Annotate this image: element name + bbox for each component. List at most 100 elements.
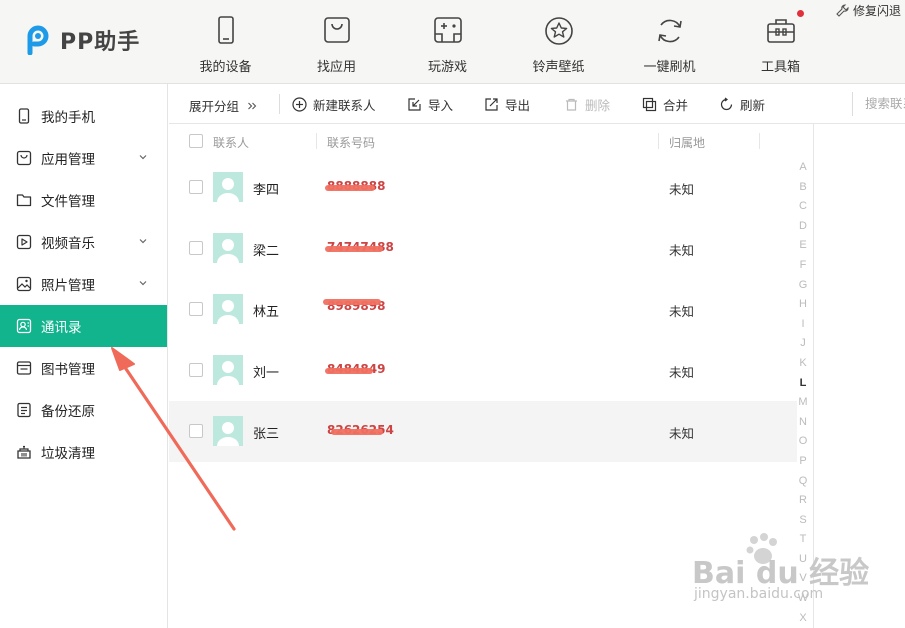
alphabet-letter[interactable]: R <box>796 491 810 511</box>
nav-label: 我的设备 <box>199 60 252 75</box>
alphabet-letter[interactable]: E <box>796 236 810 256</box>
delete-label: 删除 <box>585 98 611 113</box>
nav-label: 铃声壁纸 <box>532 60 585 75</box>
row-checkbox[interactable] <box>189 180 203 194</box>
sidebar-item-video-music[interactable]: 视频音乐 <box>0 221 167 263</box>
delete-button[interactable]: 删除 <box>564 95 610 114</box>
sidebar-item-label: 通讯录 <box>41 320 82 336</box>
contact-phone: 82626254 <box>327 423 394 437</box>
toolbar-divider <box>279 94 280 114</box>
alphabet-letter[interactable]: M <box>796 393 810 413</box>
sidebar-item-file-management[interactable]: 文件管理 <box>0 179 167 221</box>
notification-dot <box>797 10 804 17</box>
sidebar-item-my-phone[interactable]: 我的手机 <box>0 95 167 137</box>
row-checkbox[interactable] <box>189 302 203 316</box>
column-divider <box>658 133 659 149</box>
chevron-down-icon <box>139 239 147 244</box>
nav-label: 一键刷机 <box>643 60 696 75</box>
export-button[interactable]: 导出 <box>484 95 530 114</box>
column-divider <box>316 133 317 149</box>
alphabet-letter[interactable]: O <box>796 432 810 452</box>
toolbox-icon <box>766 19 795 43</box>
nav-my-device[interactable]: 我的设备 <box>170 0 281 84</box>
alphabet-letter[interactable]: Q <box>796 472 810 492</box>
sidebar-item-photo-management[interactable]: 照片管理 <box>0 263 167 305</box>
alphabet-letter[interactable]: A <box>796 158 810 178</box>
star-icon <box>544 17 573 45</box>
alphabet-letter[interactable]: I <box>796 315 810 335</box>
table-header: 联系人 联系号码 归属地 <box>169 125 814 157</box>
phone-icon <box>18 108 30 124</box>
alphabet-letter[interactable]: K <box>796 354 810 374</box>
redaction-mark <box>325 246 383 252</box>
chevron-down-icon <box>139 281 147 286</box>
alphabet-letter[interactable]: F <box>796 256 810 276</box>
person-icon <box>217 422 239 446</box>
contact-location: 未知 <box>669 182 695 197</box>
row-checkbox[interactable] <box>189 241 203 255</box>
contact-name: 李四 <box>253 183 280 198</box>
alphabet-letter[interactable]: G <box>796 276 810 296</box>
contact-name: 刘一 <box>253 366 280 381</box>
trash-icon <box>17 445 31 459</box>
select-all-checkbox[interactable] <box>189 134 203 148</box>
person-icon <box>217 361 239 385</box>
table-row[interactable]: 张三 82626254 未知 <box>169 401 797 462</box>
person-icon <box>217 178 239 202</box>
alphabet-letter[interactable]: P <box>796 452 810 472</box>
column-divider <box>759 133 760 149</box>
nav-label: 找应用 <box>316 60 356 75</box>
person-icon <box>217 239 239 263</box>
sidebar-item-book-management[interactable]: 图书管理 <box>0 347 167 389</box>
contacts-toolbar: 展开分组 新建联系人 导入 导出 删除 合并 刷新 搜索联系人 <box>169 84 905 124</box>
export-icon <box>485 98 498 111</box>
contact-location: 未知 <box>669 365 695 380</box>
row-checkbox[interactable] <box>189 424 203 438</box>
app-logo: PP助手 <box>24 24 140 56</box>
sidebar-item-contacts[interactable]: 通讯录 <box>0 305 167 347</box>
alphabet-letter[interactable]: J <box>796 334 810 354</box>
baidu-watermark: Bai du 经验 jingyan.baidu.com <box>686 528 901 628</box>
expand-group-button[interactable]: 展开分组 <box>189 96 257 115</box>
repair-crash-button[interactable]: 修复闪退 <box>836 2 901 19</box>
new-contact-label: 新建联系人 <box>313 98 376 113</box>
contact-name: 林五 <box>253 305 280 320</box>
nav-play-games[interactable]: 玩游戏 <box>392 0 503 84</box>
alphabet-letter[interactable]: C <box>796 197 810 217</box>
refresh-button[interactable]: 刷新 <box>719 95 765 114</box>
alphabet-letter[interactable]: L <box>796 374 810 394</box>
row-checkbox[interactable] <box>189 363 203 377</box>
nav-one-click-flash[interactable]: 一键刷机 <box>614 0 725 84</box>
new-contact-button[interactable]: 新建联系人 <box>292 95 376 114</box>
contact-phone: 8888888 <box>325 179 385 193</box>
table-row[interactable]: 林五 8989898 未知 <box>169 279 797 340</box>
play-icon <box>16 234 32 250</box>
alphabet-letter[interactable]: D <box>796 217 810 237</box>
search-contacts-input[interactable]: 搜索联系人 <box>852 92 905 116</box>
sidebar-item-label: 文件管理 <box>41 194 95 210</box>
table-row[interactable]: 梁二 74747488 未知 <box>169 218 797 279</box>
nav-ringtones-wallpapers[interactable]: 铃声壁纸 <box>503 0 614 84</box>
alphabet-letter[interactable]: N <box>796 413 810 433</box>
wrench-icon <box>836 4 849 17</box>
table-row[interactable]: 李四 8888888 未知 <box>169 157 797 218</box>
nav-find-apps[interactable]: 找应用 <box>281 0 392 84</box>
sidebar-item-backup-restore[interactable]: 备份还原 <box>0 389 167 431</box>
sidebar-item-label: 我的手机 <box>41 110 95 126</box>
contact-name: 张三 <box>253 427 280 442</box>
sidebar-item-label: 备份还原 <box>41 404 95 420</box>
pp-logo-icon <box>27 25 49 55</box>
table-row[interactable]: 刘一 8484849 未知 <box>169 340 797 401</box>
sidebar-item-app-management[interactable]: 应用管理 <box>0 137 167 179</box>
sidebar-item-junk-cleanup[interactable]: 垃圾清理 <box>0 431 167 473</box>
watermark-url: jingyan.baidu.com <box>694 586 824 602</box>
gamepad-icon <box>433 17 462 43</box>
nav-toolbox[interactable]: 工具箱 <box>725 0 836 84</box>
alphabet-letter[interactable]: H <box>796 295 810 315</box>
alphabet-letter[interactable]: B <box>796 178 810 198</box>
merge-button[interactable]: 合并 <box>642 95 688 114</box>
import-button[interactable]: 导入 <box>407 95 453 114</box>
sidebar: 我的手机 应用管理 文件管理 视频音乐 照片管理 通讯录 图书管理 备份还原 垃… <box>0 84 168 628</box>
logo-text: PP助手 <box>60 30 141 55</box>
sidebar-item-label: 图书管理 <box>41 362 95 378</box>
